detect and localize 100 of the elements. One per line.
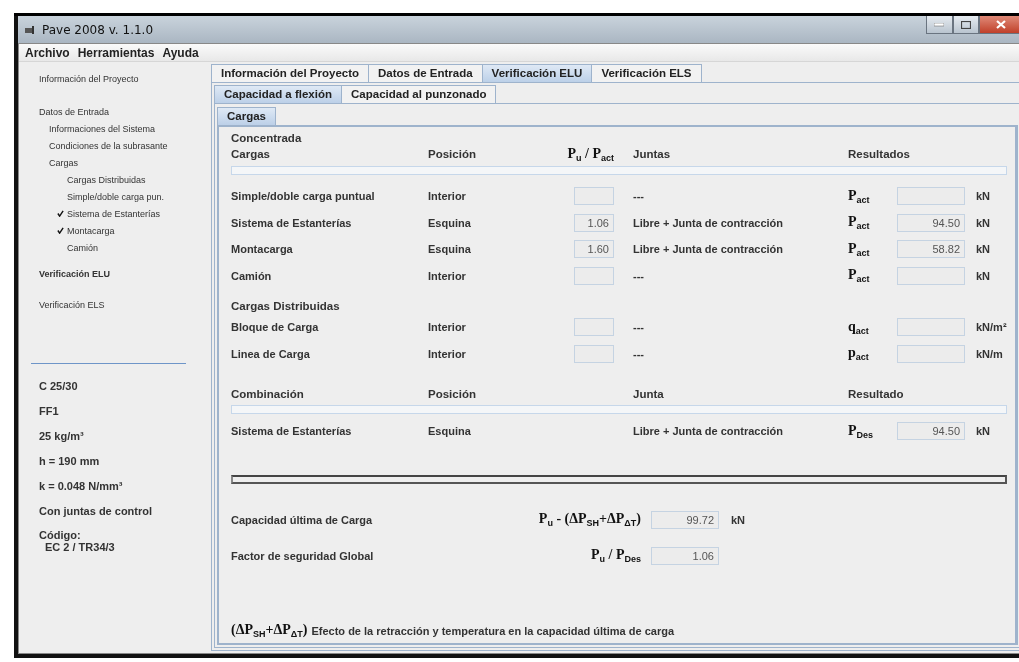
tab[interactable]: Capacidad a flexión [214,85,342,103]
result-field[interactable]: 94.50 [897,213,965,232]
summary-item: FF1 [39,405,60,417]
unit-label: kN [975,269,991,282]
nav-label: Condiciones de la subrasante [49,140,168,151]
nav-label: Verificación ELS [39,299,105,310]
result-symbol: q$_{act}$ [848,318,869,336]
menu-item[interactable]: Herramientas [77,45,155,60]
menu-item[interactable]: Archivo [25,45,70,60]
nav-item[interactable]: Cargas [39,154,205,171]
column-header: Cargas [231,147,270,162]
tab[interactable]: Verificación ELU [481,64,593,82]
nav-item[interactable]: Sistema de Estanterías [39,205,205,222]
summary-item: Con juntas de control [39,505,154,517]
ratio-field[interactable]: 1.06 [574,213,614,232]
nav-item[interactable]: Montacarga [39,222,205,239]
joint-value: Libre + Junta de contracción [632,243,784,256]
nav-item[interactable]: Cargas Distribuidas [39,171,205,188]
joint-value: --- [632,321,644,334]
load-name: Simple/doble carga puntual [231,190,375,203]
position-value: Interior [428,190,466,203]
minimize-button[interactable] [925,16,953,34]
section-title: Cargas Distribuidas [231,299,340,314]
close-icon [995,20,1006,29]
result-symbol: P$_{act}$ [848,240,870,258]
value-field[interactable]: 99.72 [651,510,719,529]
nav-item[interactable]: Verificación ELS [39,296,205,313]
result-label: Factor de seguridad Global [231,549,375,562]
maximize-button[interactable] [952,16,979,34]
load-name: Montacarga [231,243,293,256]
minimize-icon [934,22,945,27]
nav-label: Cargas Distribuidas [67,174,146,185]
formula: P$_{u}$ / P$_{Des}$ [590,547,641,564]
position-value: Interior [428,347,466,360]
column-header: P$_{u}$ / P$_{act}$ [567,146,614,163]
ratio-field[interactable]: 1.60 [574,240,614,259]
nav-label: Cargas [49,157,78,168]
tab[interactable]: Datos de Entrada [368,64,483,82]
tab[interactable]: Información del Proyecto [211,64,370,82]
nav-item[interactable]: Datos de Entrada [39,103,205,120]
joint-value: --- [632,269,644,282]
nav-item[interactable]: Informaciones del Sistema [39,120,205,137]
load-name: Sistema de Estanterías [231,216,352,229]
unit-label: kN [975,425,991,438]
nav-item[interactable]: Condiciones de la subrasante [39,137,205,154]
unit-label: kN [975,216,991,229]
section-title: Concentrada [231,131,302,146]
ratio-field[interactable] [574,318,614,337]
formula: P$_{u}$ - (ΔP$_{SH}$+ΔP$_{ΔT}$) [538,511,641,528]
menu-item[interactable]: Ayuda [162,45,199,60]
nav-item[interactable]: Verificación ELU [39,265,205,282]
position-value: Interior [428,321,466,334]
position-value: Interior [428,269,466,282]
nav-label: Datos de Entrada [39,106,110,117]
load-name: Linea de Carga [231,347,310,360]
column-header: Resultados [848,147,910,162]
ratio-field[interactable] [574,266,614,285]
joint-value: --- [632,190,644,203]
joint-value: --- [632,347,644,360]
result-field[interactable]: 94.50 [897,422,965,441]
position-value: Esquina [428,425,471,438]
unit-label: kN [975,190,991,203]
result-field[interactable] [897,344,965,363]
result-symbol: P$_{act}$ [848,214,870,232]
result-symbol: P$_{act}$ [848,267,870,285]
column-header: Posición [428,147,476,162]
result-symbol: P$_{act}$ [848,187,870,205]
result-field[interactable]: 58.82 [897,240,965,259]
app-icon [24,24,36,35]
formula: (ΔP$_{SH}$+ΔP$_{ΔT}$) [231,622,308,639]
result-symbol: p$_{act}$ [848,345,869,363]
nav-label: Información del Proyecto [39,73,139,84]
nav-item[interactable]: Información del Proyecto [39,70,205,87]
unit-label: kN/m² [975,321,1007,334]
summary-item: h = 190 mm [39,455,101,467]
result-field[interactable] [897,318,965,337]
check-icon [57,210,64,217]
joint-value: Libre + Junta de contracción [632,216,784,229]
window-title: Pave 2008 v. 1.1.0 [42,22,154,37]
result-field[interactable] [897,187,965,206]
tab[interactable]: Verificación ELS [591,64,702,82]
summary-item: C 25/30 [39,380,79,392]
ratio-field[interactable] [574,187,614,206]
nav-label: Camión [67,242,98,253]
footnote-text: Efecto de la retracción y temperatura en la capacidad última de carga [311,624,674,637]
nav-item[interactable]: Simple/doble carga pun. [39,188,205,205]
summary-item: 25 kg/m³ [39,430,85,442]
column-header: Posición [428,387,476,402]
value-field[interactable]: 1.06 [651,546,719,565]
position-value: Esquina [428,243,471,256]
column-header: Juntas [632,147,671,162]
nav-item[interactable]: Camión [39,239,205,256]
tab[interactable]: Capacidad al punzonado [341,85,497,103]
maximize-icon [960,20,971,29]
column-header: Junta [632,387,664,402]
ratio-field[interactable] [574,344,614,363]
result-field[interactable] [897,266,965,285]
close-button[interactable] [978,16,1019,34]
position-value: Esquina [428,216,471,229]
tab[interactable]: Cargas [217,107,276,125]
